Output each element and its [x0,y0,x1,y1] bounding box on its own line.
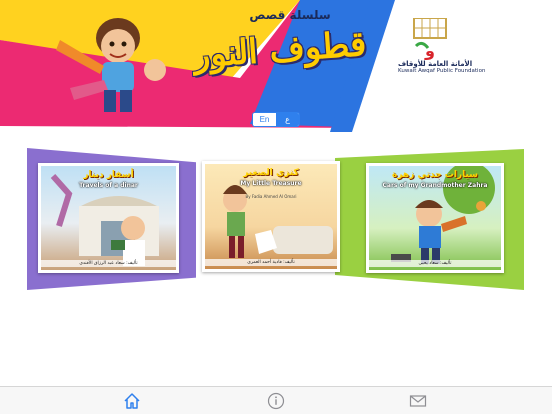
bottom-tab-bar [0,386,552,414]
book-card-travels-of-a-dinar[interactable]: أسفار دينار Travels of a dinar تأليف: سع… [38,163,179,273]
book-title-ar: أسفار دينار [83,170,134,180]
awqaf-emblem-icon: و [413,18,447,60]
book-title-en: Travels of a dinar [79,182,138,189]
book-carousel[interactable]: أسفار دينار Travels of a dinar تأليف: سع… [0,145,552,295]
foundation-name-en: Kuwait Awqaf Public Foundation [398,68,486,74]
tab-home[interactable] [122,392,142,410]
book-author: تأليف: فادية أحمد العمري [205,259,337,266]
tab-contact[interactable] [408,392,428,410]
book-author: تأليف: سعاد يحيى [369,260,501,267]
series-title: سلسلة قصص [249,8,331,22]
book-card-my-little-treasure[interactable]: كنزي الصغير My Little Treasure By Fadia … [202,161,340,272]
lang-option-ar[interactable]: ع [276,113,299,126]
book-author: تأليف: سعاد عبد الرزاق الأفندي [41,260,176,267]
book-title-ar: كنزي الصغير [243,168,299,178]
book-title-en: My Little Treasure [240,180,302,187]
foundation-logo: و الأمانة العامة للأوقاف Kuwait Awqaf Pu… [398,18,486,74]
book-title-en: Cars of my Grandmother Zahra [382,182,488,189]
foundation-name-ar: الأمانة العامة للأوقاف [398,60,473,68]
language-toggle[interactable]: En ع [252,112,300,127]
info-icon [267,392,285,410]
home-icon [124,393,140,409]
mail-icon [409,395,427,407]
book-byline: By Fadia Ahmed Al Omari [245,194,297,199]
book-title-ar: سيارات جدتي زهرة [392,170,478,180]
tab-info[interactable] [266,392,286,410]
lang-option-en[interactable]: En [253,113,276,126]
book-card-cars-of-my-grandmother-zahra[interactable]: سيارات جدتي زهرة Cars of my Grandmother … [366,163,504,273]
